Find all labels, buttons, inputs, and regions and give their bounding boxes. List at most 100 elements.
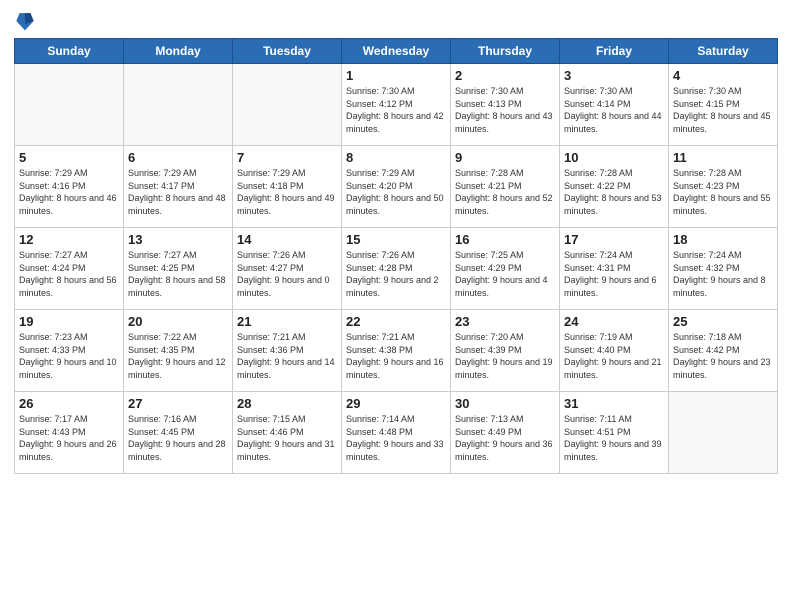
calendar-day-cell: 6 Sunrise: 7:29 AM Sunset: 4:17 PM Daylig… (124, 146, 233, 228)
day-number: 18 (673, 232, 773, 247)
logo-icon (16, 10, 34, 32)
day-number: 9 (455, 150, 555, 165)
day-number: 22 (346, 314, 446, 329)
day-number: 10 (564, 150, 664, 165)
day-number: 13 (128, 232, 228, 247)
calendar-day-cell: 8 Sunrise: 7:29 AM Sunset: 4:20 PM Daylig… (342, 146, 451, 228)
calendar-day-cell: 28 Sunrise: 7:15 AM Sunset: 4:46 PM Dayli… (233, 392, 342, 474)
day-number: 26 (19, 396, 119, 411)
logo (14, 10, 37, 32)
day-info: Sunrise: 7:24 AM Sunset: 4:32 PM Dayligh… (673, 249, 773, 299)
calendar-day-cell: 30Sunrise: 7:13 AM Sunset: 4:49 PM Dayli… (451, 392, 560, 474)
day-number: 7 (237, 150, 337, 165)
calendar-day-cell (233, 64, 342, 146)
day-number: 15 (346, 232, 446, 247)
day-info: Sunrise: 7:18 AM Sunset: 4:42 PM Dayligh… (673, 331, 773, 381)
calendar-body: 1 Sunrise: 7:30 AM Sunset: 4:12 PM Daylig… (15, 64, 778, 474)
day-info: Sunrise: 7:21 AM Sunset: 4:36 PM Dayligh… (237, 331, 337, 381)
day-number: 6 (128, 150, 228, 165)
day-info: Sunrise: 7:25 AM Sunset: 4:29 PM Dayligh… (455, 249, 555, 299)
calendar-day-cell: 24Sunrise: 7:19 AM Sunset: 4:40 PM Dayli… (560, 310, 669, 392)
calendar-day-cell: 13 Sunrise: 7:27 AM Sunset: 4:25 PM Dayli… (124, 228, 233, 310)
day-info: Sunrise: 7:23 AM Sunset: 4:33 PM Dayligh… (19, 331, 119, 381)
calendar-day-cell: 31 Sunrise: 7:11 AM Sunset: 4:51 PM Dayli… (560, 392, 669, 474)
day-number: 12 (19, 232, 119, 247)
day-info: Sunrise: 7:29 AM Sunset: 4:18 PM Dayligh… (237, 167, 337, 217)
calendar-day-cell: 21 Sunrise: 7:21 AM Sunset: 4:36 PM Dayli… (233, 310, 342, 392)
day-info: Sunrise: 7:29 AM Sunset: 4:17 PM Dayligh… (128, 167, 228, 217)
calendar-week-row: 12 Sunrise: 7:27 AM Sunset: 4:24 PM Dayli… (15, 228, 778, 310)
day-number: 3 (564, 68, 664, 83)
calendar-table: SundayMondayTuesdayWednesdayThursdayFrid… (14, 38, 778, 474)
day-number: 16 (455, 232, 555, 247)
day-number: 23 (455, 314, 555, 329)
day-info: Sunrise: 7:29 AM Sunset: 4:16 PM Dayligh… (19, 167, 119, 217)
calendar-day-cell: 2 Sunrise: 7:30 AM Sunset: 4:13 PM Daylig… (451, 64, 560, 146)
calendar-day-cell: 15 Sunrise: 7:26 AM Sunset: 4:28 PM Dayli… (342, 228, 451, 310)
day-info: Sunrise: 7:16 AM Sunset: 4:45 PM Dayligh… (128, 413, 228, 463)
weekday-cell: Monday (124, 39, 233, 64)
calendar-day-cell: 3 Sunrise: 7:30 AM Sunset: 4:14 PM Daylig… (560, 64, 669, 146)
day-info: Sunrise: 7:17 AM Sunset: 4:43 PM Dayligh… (19, 413, 119, 463)
calendar-day-cell: 5Sunrise: 7:29 AM Sunset: 4:16 PM Daylig… (15, 146, 124, 228)
day-number: 25 (673, 314, 773, 329)
calendar-day-cell: 10 Sunrise: 7:28 AM Sunset: 4:22 PM Dayli… (560, 146, 669, 228)
calendar-week-row: 5Sunrise: 7:29 AM Sunset: 4:16 PM Daylig… (15, 146, 778, 228)
day-number: 8 (346, 150, 446, 165)
day-number: 4 (673, 68, 773, 83)
header-row (14, 10, 778, 32)
day-info: Sunrise: 7:30 AM Sunset: 4:14 PM Dayligh… (564, 85, 664, 135)
day-number: 31 (564, 396, 664, 411)
calendar-day-cell: 18 Sunrise: 7:24 AM Sunset: 4:32 PM Dayli… (669, 228, 778, 310)
calendar-day-cell: 27Sunrise: 7:16 AM Sunset: 4:45 PM Dayli… (124, 392, 233, 474)
day-info: Sunrise: 7:29 AM Sunset: 4:20 PM Dayligh… (346, 167, 446, 217)
day-info: Sunrise: 7:20 AM Sunset: 4:39 PM Dayligh… (455, 331, 555, 381)
day-number: 17 (564, 232, 664, 247)
day-number: 21 (237, 314, 337, 329)
day-info: Sunrise: 7:27 AM Sunset: 4:25 PM Dayligh… (128, 249, 228, 299)
day-info: Sunrise: 7:28 AM Sunset: 4:23 PM Dayligh… (673, 167, 773, 217)
day-info: Sunrise: 7:26 AM Sunset: 4:27 PM Dayligh… (237, 249, 337, 299)
day-info: Sunrise: 7:24 AM Sunset: 4:31 PM Dayligh… (564, 249, 664, 299)
day-info: Sunrise: 7:21 AM Sunset: 4:38 PM Dayligh… (346, 331, 446, 381)
day-number: 11 (673, 150, 773, 165)
weekday-cell: Saturday (669, 39, 778, 64)
calendar-day-cell: 16 Sunrise: 7:25 AM Sunset: 4:29 PM Dayli… (451, 228, 560, 310)
day-number: 30 (455, 396, 555, 411)
calendar-day-cell: 22 Sunrise: 7:21 AM Sunset: 4:38 PM Dayli… (342, 310, 451, 392)
calendar-day-cell: 23 Sunrise: 7:20 AM Sunset: 4:39 PM Dayli… (451, 310, 560, 392)
weekday-cell: Friday (560, 39, 669, 64)
calendar-day-cell (669, 392, 778, 474)
day-info: Sunrise: 7:30 AM Sunset: 4:13 PM Dayligh… (455, 85, 555, 135)
day-info: Sunrise: 7:15 AM Sunset: 4:46 PM Dayligh… (237, 413, 337, 463)
day-info: Sunrise: 7:22 AM Sunset: 4:35 PM Dayligh… (128, 331, 228, 381)
calendar-week-row: 26 Sunrise: 7:17 AM Sunset: 4:43 PM Dayli… (15, 392, 778, 474)
day-number: 28 (237, 396, 337, 411)
calendar-day-cell: 19 Sunrise: 7:23 AM Sunset: 4:33 PM Dayli… (15, 310, 124, 392)
calendar-day-cell: 11 Sunrise: 7:28 AM Sunset: 4:23 PM Dayli… (669, 146, 778, 228)
calendar-week-row: 1 Sunrise: 7:30 AM Sunset: 4:12 PM Daylig… (15, 64, 778, 146)
calendar-container: SundayMondayTuesdayWednesdayThursdayFrid… (0, 0, 792, 480)
day-number: 1 (346, 68, 446, 83)
calendar-day-cell: 4Sunrise: 7:30 AM Sunset: 4:15 PM Daylig… (669, 64, 778, 146)
calendar-day-cell (15, 64, 124, 146)
day-info: Sunrise: 7:28 AM Sunset: 4:21 PM Dayligh… (455, 167, 555, 217)
calendar-day-cell: 9 Sunrise: 7:28 AM Sunset: 4:21 PM Daylig… (451, 146, 560, 228)
calendar-day-cell: 26 Sunrise: 7:17 AM Sunset: 4:43 PM Dayli… (15, 392, 124, 474)
calendar-day-cell (124, 64, 233, 146)
day-info: Sunrise: 7:26 AM Sunset: 4:28 PM Dayligh… (346, 249, 446, 299)
day-number: 2 (455, 68, 555, 83)
weekday-header-row: SundayMondayTuesdayWednesdayThursdayFrid… (15, 39, 778, 64)
day-info: Sunrise: 7:14 AM Sunset: 4:48 PM Dayligh… (346, 413, 446, 463)
calendar-day-cell: 7 Sunrise: 7:29 AM Sunset: 4:18 PM Daylig… (233, 146, 342, 228)
day-info: Sunrise: 7:11 AM Sunset: 4:51 PM Dayligh… (564, 413, 664, 463)
day-info: Sunrise: 7:30 AM Sunset: 4:12 PM Dayligh… (346, 85, 446, 135)
day-info: Sunrise: 7:28 AM Sunset: 4:22 PM Dayligh… (564, 167, 664, 217)
weekday-cell: Thursday (451, 39, 560, 64)
day-info: Sunrise: 7:19 AM Sunset: 4:40 PM Dayligh… (564, 331, 664, 381)
calendar-day-cell: 29Sunrise: 7:14 AM Sunset: 4:48 PM Dayli… (342, 392, 451, 474)
day-number: 19 (19, 314, 119, 329)
day-number: 20 (128, 314, 228, 329)
weekday-cell: Wednesday (342, 39, 451, 64)
day-info: Sunrise: 7:27 AM Sunset: 4:24 PM Dayligh… (19, 249, 119, 299)
